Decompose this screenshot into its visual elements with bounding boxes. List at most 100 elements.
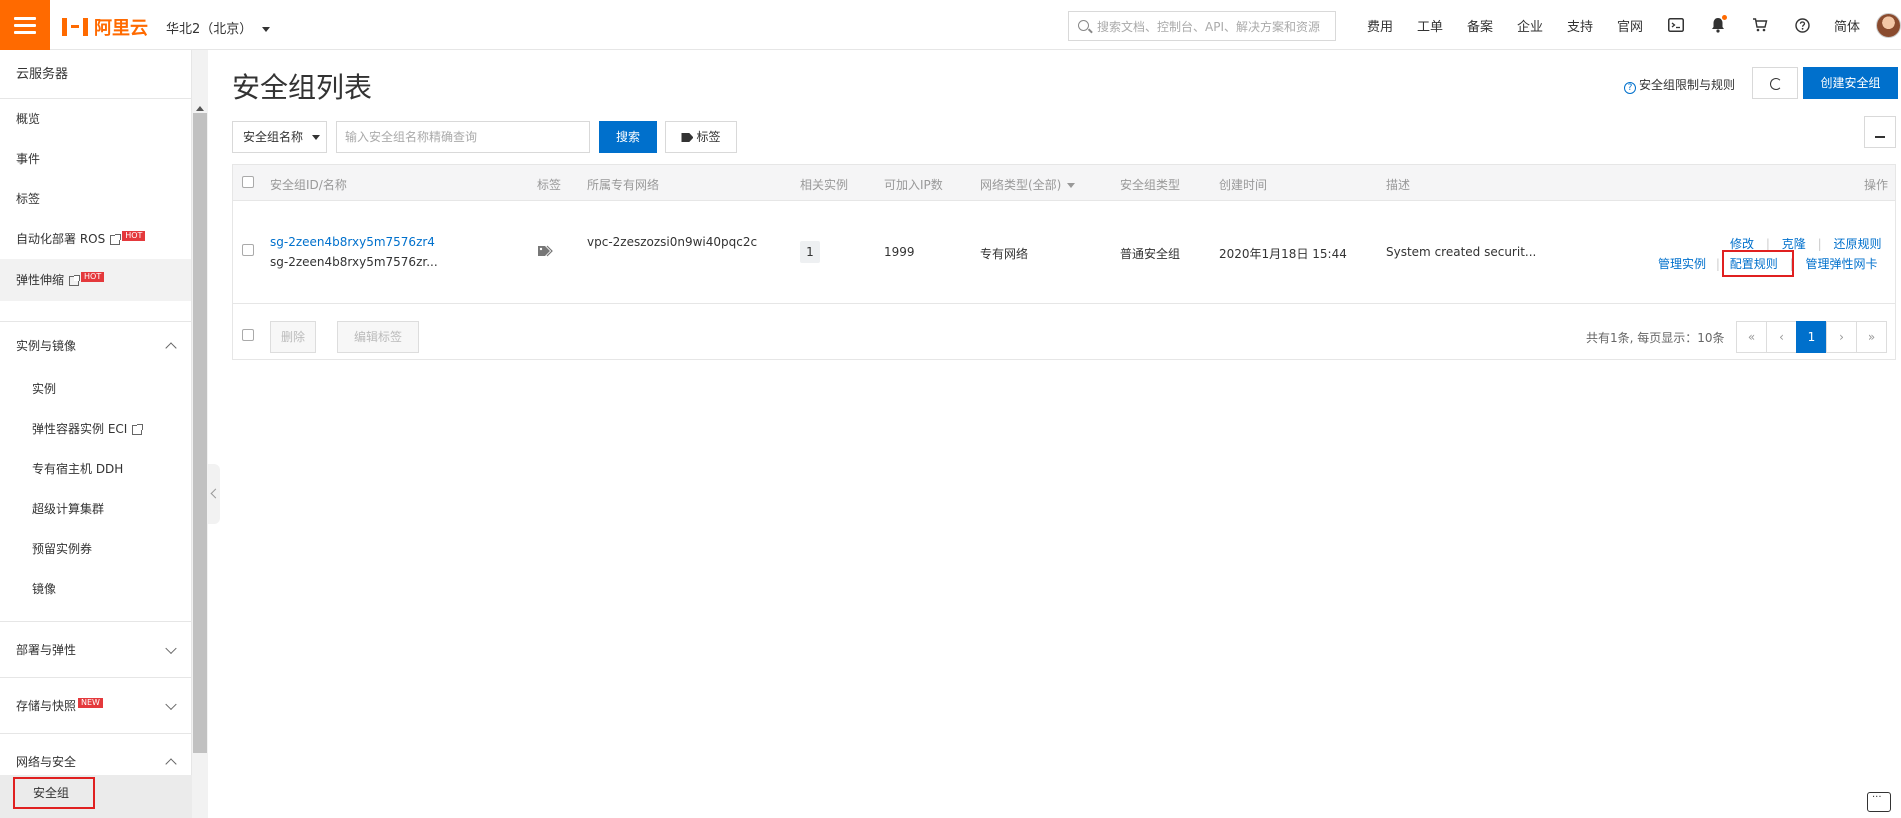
nav-enterprise[interactable]: 企业	[1505, 16, 1555, 35]
search-placeholder: 搜索文档、控制台、API、解决方案和资源	[1097, 19, 1320, 34]
sidebar-item-ros[interactable]: 自动化部署 ROS HOT	[0, 219, 191, 259]
nav-official-site[interactable]: 官网	[1605, 16, 1655, 35]
logo-mark-icon	[62, 18, 88, 36]
sidebar-title: 云服务器	[0, 50, 191, 99]
notification-dot	[1722, 15, 1727, 20]
hot-badge: HOT	[81, 271, 105, 282]
row-checkbox[interactable]	[242, 244, 254, 256]
region-label: 华北2（北京）	[166, 22, 253, 37]
sidebar-item-overview[interactable]: 概览	[0, 99, 191, 139]
search-input[interactable]: 输入安全组名称精确查询	[336, 121, 590, 153]
sidebar-item-scc[interactable]: 超级计算集群	[0, 489, 191, 529]
sidebar-group-label: 网络与安全	[16, 755, 77, 769]
sg-limits-help-link[interactable]: ? 安全组限制与规则	[1624, 76, 1735, 94]
col-sg-type: 安全组类型	[1120, 178, 1181, 192]
nav-fees[interactable]: 费用	[1355, 16, 1405, 35]
separator: |	[1765, 237, 1770, 251]
bell-icon[interactable]	[1697, 15, 1739, 33]
filter-field-select[interactable]: 安全组名称	[232, 121, 327, 153]
sidebar-item-label: 标签	[16, 192, 41, 206]
help-icon[interactable]	[1781, 17, 1823, 33]
row-tag-icon[interactable]	[537, 245, 553, 260]
scroll-up-icon[interactable]	[196, 106, 204, 111]
caret-down-icon	[1067, 183, 1076, 188]
prev-page-button[interactable]: ‹	[1766, 321, 1797, 353]
page-1-button[interactable]: 1	[1796, 321, 1827, 353]
global-search-input[interactable]: 搜索文档、控制台、API、解决方案和资源	[1068, 11, 1336, 41]
sg-id-link[interactable]: sg-2zeen4b8rxy5m7576zr4	[270, 235, 435, 249]
col-instances: 相关实例	[800, 178, 849, 192]
pagination-summary: 共有1条, 每页显示：10条	[1586, 331, 1725, 345]
search-button[interactable]: 搜索	[599, 121, 657, 153]
manage-eni-link[interactable]: 管理弹性网卡	[1805, 257, 1877, 271]
sidebar-group-instances[interactable]: 实例与镜像	[0, 321, 191, 369]
col-created: 创建时间	[1219, 178, 1268, 192]
sidebar-group-storage[interactable]: 存储与快照 NEW	[0, 677, 191, 733]
sidebar-item-security-group-label[interactable]: 安全组	[13, 777, 95, 809]
sidebar: 云服务器 概览 事件 标签 自动化部署 ROS HOT 弹性伸缩 HOT 实例与镜像…	[0, 50, 192, 818]
sidebar-item-label: 实例	[32, 382, 57, 396]
nav-tickets[interactable]: 工单	[1405, 16, 1455, 35]
sg-type: 普通安全组	[1120, 247, 1181, 261]
sidebar-item-label: 概览	[16, 112, 41, 126]
tag-filter-button[interactable]: 标签	[665, 121, 737, 153]
sidebar-item-instances[interactable]: 实例	[0, 369, 191, 409]
export-button[interactable]	[1864, 116, 1896, 148]
feedback-chat-icon[interactable]	[1867, 792, 1891, 812]
col-actions: 操作	[1864, 178, 1889, 192]
select-all-checkbox[interactable]	[242, 176, 254, 188]
refresh-button[interactable]	[1752, 67, 1798, 99]
sidebar-item-eci[interactable]: 弹性容器实例 ECI	[0, 409, 191, 449]
last-page-button[interactable]: »	[1856, 321, 1887, 353]
sidebar-item-reserved[interactable]: 预留实例券	[0, 529, 191, 569]
sg-name: sg-2zeen4b8rxy5m7576zr...	[270, 255, 438, 269]
chevron-up-icon	[165, 757, 177, 770]
edit-tags-button[interactable]: 编辑标签	[337, 321, 419, 353]
sidebar-item-images[interactable]: 镜像	[0, 569, 191, 609]
language-switch[interactable]: 简体	[1823, 16, 1871, 35]
hamburger-menu-icon[interactable]	[0, 0, 50, 50]
security-group-table: 安全组ID/名称 标签 所属专有网络 相关实例 可加入IP数 网络类型(全部) …	[232, 164, 1896, 360]
sidebar-group-deploy[interactable]: 部署与弹性	[0, 621, 191, 677]
created-time: 2020年1月18日 15:44	[1219, 247, 1347, 261]
terminal-icon[interactable]	[1655, 18, 1697, 32]
region-selector[interactable]: 华北2（北京）	[166, 18, 271, 37]
clone-link[interactable]: 克隆	[1782, 237, 1806, 251]
create-security-group-button[interactable]: 创建安全组	[1803, 67, 1898, 99]
manage-instances-link[interactable]: 管理实例	[1658, 257, 1706, 271]
nav-support[interactable]: 支持	[1555, 16, 1605, 35]
nav-icp[interactable]: 备案	[1455, 16, 1505, 35]
footer-select-all-checkbox[interactable]	[242, 329, 254, 341]
next-page-button[interactable]: ›	[1826, 321, 1857, 353]
scrollbar-thumb[interactable]	[193, 113, 207, 753]
aliyun-logo[interactable]: 阿里云	[62, 14, 148, 40]
instance-count-badge[interactable]: 1	[800, 241, 820, 263]
sidebar-item-tags[interactable]: 标签	[0, 179, 191, 219]
caret-down-icon	[312, 135, 320, 140]
ip-count: 1999	[884, 245, 915, 259]
description: System created securit...	[1386, 245, 1537, 259]
external-link-icon	[110, 233, 122, 245]
external-link-icon	[69, 274, 81, 286]
sidebar-item-autoscaling[interactable]: 弹性伸缩 HOT	[0, 259, 191, 301]
separator: |	[1715, 257, 1720, 271]
sidebar-item-events[interactable]: 事件	[0, 139, 191, 179]
modify-link[interactable]: 修改	[1730, 237, 1754, 251]
avatar[interactable]	[1876, 13, 1901, 38]
restore-rules-link[interactable]: 还原规则	[1833, 237, 1881, 251]
col-network-type-label: 网络类型(全部)	[980, 178, 1062, 192]
tag-button-label: 标签	[696, 130, 721, 144]
chevron-up-icon	[165, 341, 177, 354]
search-input-placeholder: 输入安全组名称精确查询	[345, 130, 478, 144]
sidebar-item-label: 弹性伸缩	[16, 273, 65, 287]
external-link-icon	[132, 423, 144, 435]
cart-icon[interactable]	[1739, 18, 1781, 32]
delete-button[interactable]: 删除	[270, 321, 316, 353]
sidebar-item-ddh[interactable]: 专有宿主机 DDH	[0, 449, 191, 489]
first-page-button[interactable]: «	[1736, 321, 1767, 353]
col-description: 描述	[1386, 178, 1411, 192]
sidebar-collapse-handle[interactable]	[208, 464, 220, 524]
sidebar-scrollbar[interactable]	[192, 50, 208, 818]
col-network-type-filter[interactable]: 网络类型(全部)	[980, 176, 1076, 193]
